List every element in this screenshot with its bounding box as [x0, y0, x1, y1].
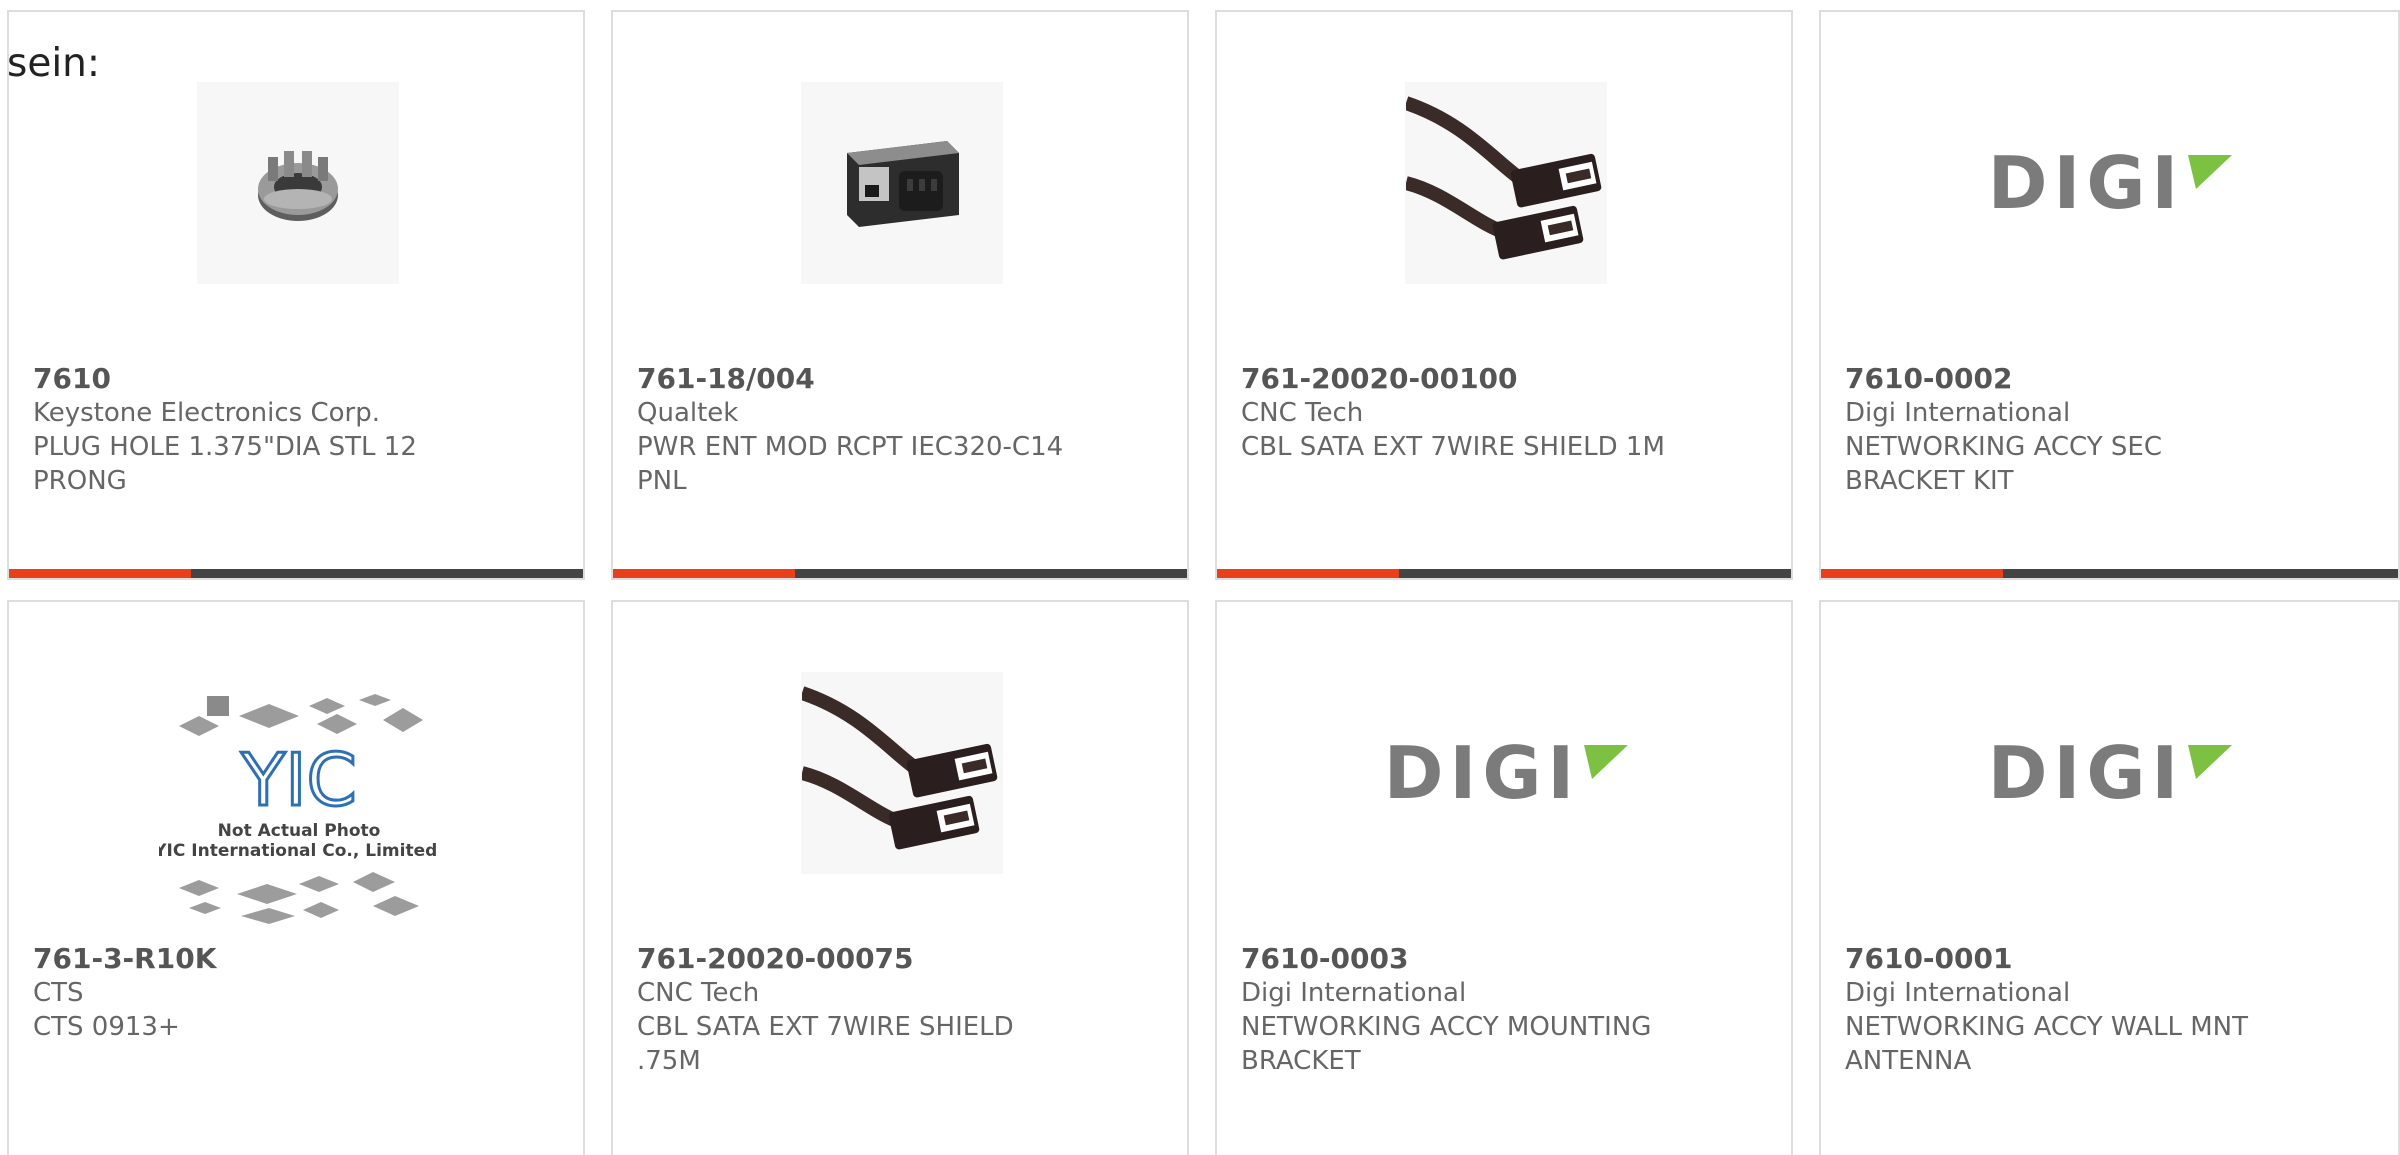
part-number[interactable]: 761-18/004	[637, 362, 1157, 396]
sata-cable-icon	[802, 686, 998, 850]
product-info: 7610 Keystone Electronics Corp. PLUG HOL…	[33, 362, 553, 498]
product-card-761-20020-00100[interactable]: 761-20020-00100 CNC Tech CBL SATA EXT 7W…	[1215, 10, 1793, 580]
intro-text: sein:	[7, 41, 101, 86]
card-accent-bar	[9, 569, 191, 578]
part-number[interactable]: 761-20020-00100	[1241, 362, 1761, 396]
description: NETWORKING ACCY SEC BRACKET KIT	[1845, 432, 2162, 496]
product-image	[197, 82, 399, 284]
card-accent-bar	[1217, 569, 1399, 578]
description: CBL SATA EXT 7WIRE SHIELD 1M	[1241, 432, 1665, 462]
card-footer-bar	[613, 569, 1187, 578]
description: CTS 0913+	[33, 1012, 180, 1042]
card-accent-bar	[613, 569, 795, 578]
product-card-7610-0003[interactable]: DIGI 7610-0003 Digi International NETWOR…	[1215, 600, 1793, 1155]
part-number[interactable]: 7610-0002	[1845, 362, 2365, 396]
digi-logo-text: DIGI	[1987, 141, 2185, 225]
manufacturer: Keystone Electronics Corp.	[33, 398, 381, 428]
manufacturer: Qualtek	[637, 398, 739, 428]
power-entry-module-icon	[847, 141, 959, 227]
digi-logo-text: DIGI	[1987, 731, 2185, 815]
product-info: 761-18/004 Qualtek PWR ENT MOD RCPT IEC3…	[637, 362, 1157, 498]
product-info: 761-3-R10K CTS CTS 0913+	[33, 942, 553, 1044]
manufacturer: Digi International	[1845, 398, 2071, 428]
product-info: 7610-0002 Digi International NETWORKING …	[1845, 362, 2365, 498]
product-info: 761-20020-00075 CNC Tech CBL SATA EXT 7W…	[637, 942, 1157, 1078]
description: PLUG HOLE 1.375"DIA STL 12 PRONG	[33, 432, 417, 496]
part-number[interactable]: 7610	[33, 362, 553, 396]
description: PWR ENT MOD RCPT IEC320-C14 PNL	[637, 432, 1064, 496]
product-info: 7610-0003 Digi International NETWORKING …	[1241, 942, 1761, 1078]
product-card-761-18-004[interactable]: 761-18/004 Qualtek PWR ENT MOD RCPT IEC3…	[611, 10, 1189, 580]
digi-logo-icon: DIGI	[1383, 731, 1629, 815]
product-info: 761-20020-00100 CNC Tech CBL SATA EXT 7W…	[1241, 362, 1761, 464]
product-image: DIGI	[1988, 672, 2233, 874]
product-info: 7610-0001 Digi International NETWORKING …	[1845, 942, 2365, 1078]
product-card-7610-0002[interactable]: DIGI 7610-0002 Digi International NETWOR…	[1819, 10, 2400, 580]
digi-logo-icon: DIGI	[1987, 731, 2233, 815]
card-footer-bar	[1217, 569, 1791, 578]
product-card-761-20020-00075[interactable]: 761-20020-00075 CNC Tech CBL SATA EXT 7W…	[611, 600, 1189, 1155]
plug-hole-icon	[258, 151, 338, 221]
description: NETWORKING ACCY MOUNTING BRACKET	[1241, 1012, 1652, 1076]
part-number[interactable]: 761-20020-00075	[637, 942, 1157, 976]
manufacturer: CNC Tech	[1241, 398, 1364, 428]
part-number[interactable]: 761-3-R10K	[33, 942, 553, 976]
manufacturer: Digi International	[1845, 978, 2071, 1008]
manufacturer: Digi International	[1241, 978, 1467, 1008]
digi-logo-text: DIGI	[1383, 731, 1581, 815]
yic-placeholder-icon: YIC Not Actual Photo YIC International C…	[159, 694, 439, 924]
sata-cable-icon	[1406, 96, 1602, 260]
manufacturer: CNC Tech	[637, 978, 760, 1008]
product-image: DIGI	[1988, 82, 2233, 284]
digi-logo-icon: DIGI	[1987, 141, 2233, 225]
yic-line1: Not Actual Photo	[218, 821, 381, 841]
card-accent-bar	[1821, 569, 2003, 578]
product-card-7610[interactable]: 7610 Keystone Electronics Corp. PLUG HOL…	[7, 10, 585, 580]
yic-logo-text: YIC	[240, 738, 357, 822]
product-image: DIGI	[1384, 672, 1629, 874]
digi-logo-tick	[2188, 155, 2233, 189]
manufacturer: CTS	[33, 978, 84, 1008]
product-image: YIC Not Actual Photo YIC International C…	[159, 690, 439, 940]
product-card-7610-0001[interactable]: DIGI 7610-0001 Digi International NETWOR…	[1819, 600, 2400, 1155]
card-footer-bar	[9, 569, 583, 578]
product-image	[801, 82, 1003, 284]
digi-logo-tick	[2188, 745, 2233, 779]
product-image	[1405, 82, 1607, 284]
yic-line2: YIC International Co., Limited.	[159, 841, 439, 861]
part-number[interactable]: 7610-0001	[1845, 942, 2365, 976]
product-card-761-3-r10k[interactable]: YIC Not Actual Photo YIC International C…	[7, 600, 585, 1155]
product-grid-page: sein: 7610 Keystone Electronics Corp. PL…	[0, 0, 2400, 1155]
product-image	[801, 672, 1003, 874]
digi-logo-tick	[1584, 745, 1629, 779]
part-number[interactable]: 7610-0003	[1241, 942, 1761, 976]
card-footer-bar	[1821, 569, 2398, 578]
description: CBL SATA EXT 7WIRE SHIELD .75M	[637, 1012, 1014, 1076]
description: NETWORKING ACCY WALL MNT ANTENNA	[1845, 1012, 2248, 1076]
